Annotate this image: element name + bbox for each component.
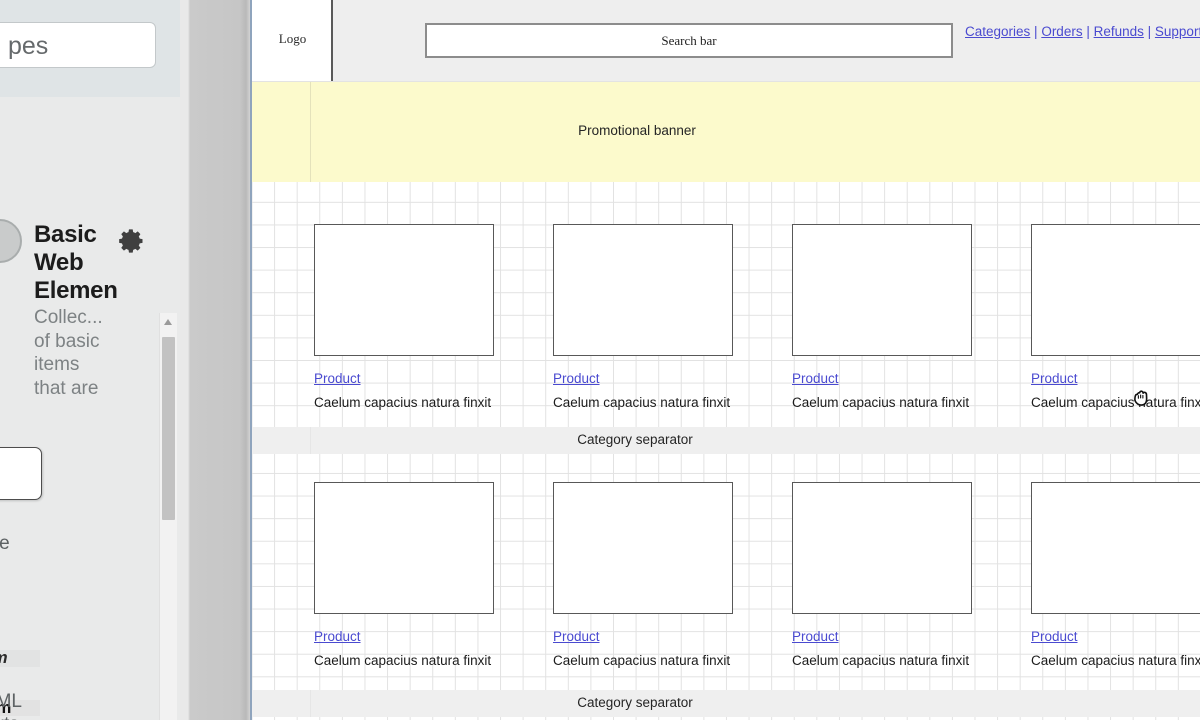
shape-search-input[interactable]: pes xyxy=(0,22,156,68)
shape-stencil-panel: pes Basic Web Elemen Collec... of basic … xyxy=(0,0,180,720)
product-row-1: Product Caelum capacius natura finxit Pr… xyxy=(252,224,1200,414)
category-separator-label: Category separator xyxy=(252,695,1200,710)
search-bar-label: Search bar xyxy=(661,33,717,48)
stencil-body: Basic Web Elemen Collec... of basic item… xyxy=(0,97,180,720)
app-window: pes Basic Web Elemen Collec... of basic … xyxy=(0,0,1200,720)
product-row-2: Product Caelum capacius natura finxit Pr… xyxy=(252,482,1200,672)
product-card[interactable]: Product Caelum capacius natura finxit xyxy=(1031,482,1200,668)
product-card[interactable]: Product Caelum capacius natura finxit xyxy=(314,482,494,668)
panel-canvas-gutter xyxy=(180,0,250,720)
category-separator-label-text: Category separator xyxy=(577,432,693,447)
product-image-placeholder xyxy=(553,482,733,614)
nav-separator-2: | xyxy=(1082,24,1094,39)
nav-link-refunds[interactable]: Refunds xyxy=(1094,24,1144,39)
product-card[interactable]: Product Caelum capacius natura finxit xyxy=(1031,224,1200,410)
nav-separator-3: | xyxy=(1143,24,1155,39)
promotional-banner-label-text: Promotional banner xyxy=(578,123,696,138)
stencil-scrollbar[interactable] xyxy=(159,313,177,720)
product-description: Caelum capacius natura finxit xyxy=(1031,395,1200,410)
product-description: Caelum capacius natura finxit xyxy=(553,395,731,410)
product-link[interactable]: Product xyxy=(792,629,972,644)
promotional-banner[interactable]: Promotional banner xyxy=(252,82,1200,182)
stencil-group-description: Collec... of basic items that are xyxy=(34,307,103,399)
product-link[interactable]: Product xyxy=(553,629,733,644)
product-description: Caelum capacius natura finxit xyxy=(553,653,731,668)
product-link[interactable]: Product xyxy=(1031,371,1200,386)
stencil-scrollbar-thumb[interactable] xyxy=(162,337,175,520)
stencil-shape-thumbnail[interactable] xyxy=(0,447,42,500)
shape-search-zone: pes xyxy=(0,0,180,97)
promotional-banner-label: Promotional banner xyxy=(252,123,1200,138)
category-separator[interactable]: Category separator xyxy=(252,427,1200,454)
shape-search-value: pes xyxy=(8,32,49,60)
nav-link-orders[interactable]: Orders xyxy=(1041,24,1082,39)
mockup-site-header: Logo Search bar Categories | Orders | Re… xyxy=(252,0,1200,82)
nav-link-categories[interactable]: Categories xyxy=(965,24,1030,39)
stencil-item-label-html-texts[interactable]: TML exts xyxy=(0,690,22,720)
product-image-placeholder xyxy=(1031,482,1200,614)
product-image-placeholder xyxy=(792,482,972,614)
product-description: Caelum capacius natura finxit xyxy=(314,653,492,668)
product-description: Caelum capacius natura finxit xyxy=(314,395,492,410)
product-image-placeholder xyxy=(314,482,494,614)
nav-link-support[interactable]: Support xyxy=(1155,24,1200,39)
product-image-placeholder xyxy=(1031,224,1200,356)
product-link[interactable]: Product xyxy=(314,371,494,386)
product-link[interactable]: Product xyxy=(792,371,972,386)
logo-label: Logo xyxy=(278,31,307,46)
product-image-placeholder xyxy=(314,224,494,356)
logo-box[interactable]: Logo xyxy=(252,0,333,81)
stencil-item-lipsum-italic: orem xyxy=(0,649,40,667)
product-image-placeholder xyxy=(792,224,972,356)
category-separator-label: Category separator xyxy=(252,432,1200,447)
product-card[interactable]: Product Caelum capacius natura finxit xyxy=(314,224,494,410)
product-link[interactable]: Product xyxy=(314,629,494,644)
product-link[interactable]: Product xyxy=(1031,629,1200,644)
product-description: Caelum capacius natura finxit xyxy=(792,653,970,668)
nav-separator-1: | xyxy=(1030,24,1042,39)
product-description: Caelum capacius natura finxit xyxy=(1031,653,1200,668)
stencil-group-title: Basic Web Elemen xyxy=(34,221,118,304)
product-card[interactable]: Product Caelum capacius natura finxit xyxy=(792,482,972,668)
product-image-placeholder xyxy=(553,224,733,356)
product-card[interactable]: Product Caelum capacius natura finxit xyxy=(792,224,972,410)
diagram-canvas[interactable]: Logo Search bar Categories | Orders | Re… xyxy=(250,0,1200,720)
category-separator-label-text: Category separator xyxy=(577,695,693,710)
gear-icon[interactable] xyxy=(118,227,146,255)
header-nav-links[interactable]: Categories | Orders | Refunds | Support … xyxy=(965,24,1200,39)
shape-group-avatar xyxy=(0,219,22,263)
stencil-item-label-pane[interactable]: ane xyxy=(0,532,10,555)
product-description: Caelum capacius natura finxit xyxy=(792,395,970,410)
product-card[interactable]: Product Caelum capacius natura finxit xyxy=(553,482,733,668)
product-link[interactable]: Product xyxy=(553,371,733,386)
category-separator[interactable]: Category separator xyxy=(252,690,1200,717)
scroll-up-arrow-icon[interactable] xyxy=(160,313,177,330)
product-card[interactable]: Product Caelum capacius natura finxit xyxy=(553,224,733,410)
search-bar[interactable]: Search bar xyxy=(425,23,953,58)
